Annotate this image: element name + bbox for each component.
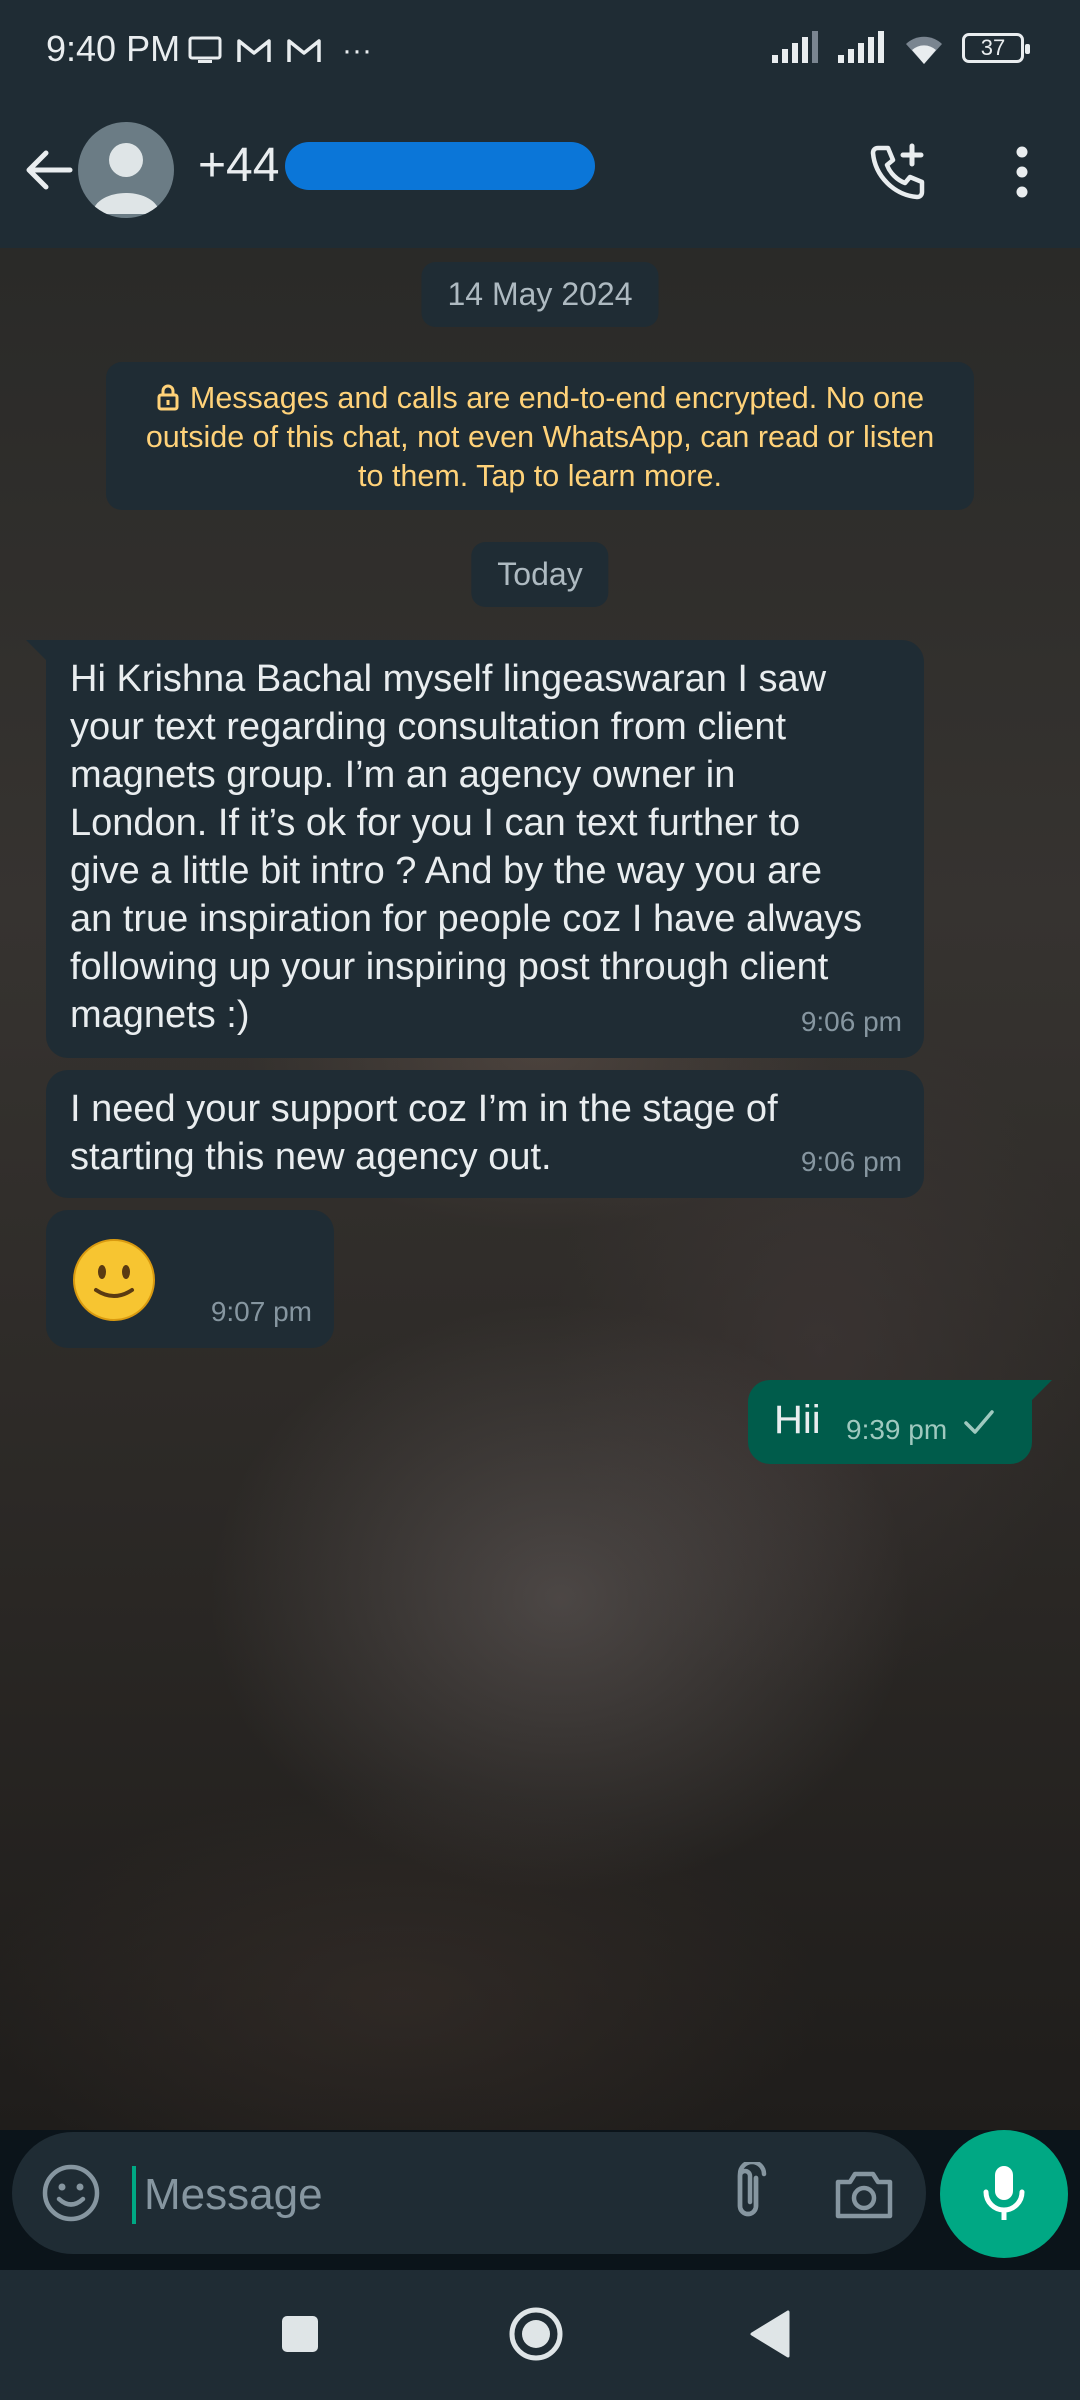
sent-check-icon: [964, 1410, 994, 1434]
system-nav-bar: [0, 2270, 1080, 2400]
message-composer: [12, 2132, 926, 2254]
text-cursor: [132, 2166, 136, 2224]
default-avatar-icon: [92, 143, 160, 214]
attach-button[interactable]: [718, 2159, 778, 2226]
attach-icon: [737, 2159, 767, 2217]
emoji-message: [72, 1238, 156, 1322]
chat-header: +44: [0, 100, 1080, 248]
signal-icon: [772, 31, 818, 63]
slightly-smiling-face-icon: [73, 1239, 155, 1321]
message-text: Hi Krishna Bachal myself lingeaswaran I …: [70, 658, 863, 1036]
status-bar: 9:40 PM ··· 37: [0, 0, 1080, 100]
mic-icon: [983, 2166, 1025, 2220]
message-bubble[interactable]: 🙂 9:07 pm: [46, 1210, 334, 1348]
home-button[interactable]: [504, 2302, 568, 2366]
recents-icon: [282, 2316, 318, 2352]
message-time: 9:06 pm: [800, 1006, 902, 1037]
notification-icons: ···: [188, 34, 372, 68]
voice-message-button[interactable]: [940, 2130, 1068, 2258]
gmail-icon: [287, 39, 321, 62]
battery-level: 37: [980, 35, 1006, 60]
message-time: 9:39 pm: [846, 1414, 948, 1445]
date-divider: 14 May 2024: [421, 262, 659, 327]
message-bubble[interactable]: I need your support coz I’m in the stage…: [46, 1070, 924, 1198]
home-icon: [509, 2307, 563, 2361]
message-time: 9:07 pm: [210, 1296, 312, 1327]
back-triangle-icon: [750, 2310, 790, 2358]
encryption-text: Messages and calls are end-to-end encryp…: [145, 381, 935, 493]
lock-icon: [157, 384, 179, 411]
wifi-icon: [906, 36, 942, 64]
message-input[interactable]: [142, 2158, 706, 2232]
date-divider: Today: [471, 542, 609, 607]
contact-name[interactable]: +44: [198, 138, 279, 193]
message-bubble[interactable]: Hi Krishna Bachal myself lingeaswaran I …: [26, 640, 924, 1058]
emoji-button[interactable]: [40, 2162, 102, 2224]
chat-area[interactable]: 14 May 2024 Messages and calls are end-t…: [0, 248, 1080, 2130]
emoji-icon: [42, 2164, 100, 2222]
recents-button[interactable]: [268, 2302, 332, 2366]
add-call-button[interactable]: [866, 140, 930, 204]
avatar[interactable]: [78, 122, 174, 218]
back-nav-button[interactable]: [738, 2302, 802, 2366]
message-text: Hii: [774, 1398, 821, 1442]
screen-icon: [188, 36, 222, 63]
more-vertical-icon: [1016, 146, 1028, 198]
encryption-notice[interactable]: Messages and calls are end-to-end encryp…: [106, 362, 974, 510]
redacted-number-mark: [285, 142, 595, 190]
message-time: 9:06 pm: [800, 1146, 902, 1177]
back-arrow-icon: [26, 150, 73, 190]
more-options-button[interactable]: [1002, 140, 1042, 204]
camera-button[interactable]: [832, 2162, 896, 2226]
status-time: 9:40 PM: [46, 28, 181, 69]
message-bubble-outgoing[interactable]: Hii 9:39 pm: [748, 1380, 1052, 1464]
message-text: I need your support coz I’m in the stage…: [70, 1088, 778, 1178]
add-call-icon: [870, 143, 925, 200]
back-button[interactable]: [18, 140, 78, 200]
more-notifications-icon: ···: [342, 34, 372, 67]
gmail-icon: [237, 39, 271, 62]
battery-icon: 37: [962, 33, 1030, 63]
signal-icon: [838, 31, 884, 63]
system-icons: 37: [770, 30, 1030, 66]
camera-icon: [835, 2171, 893, 2219]
